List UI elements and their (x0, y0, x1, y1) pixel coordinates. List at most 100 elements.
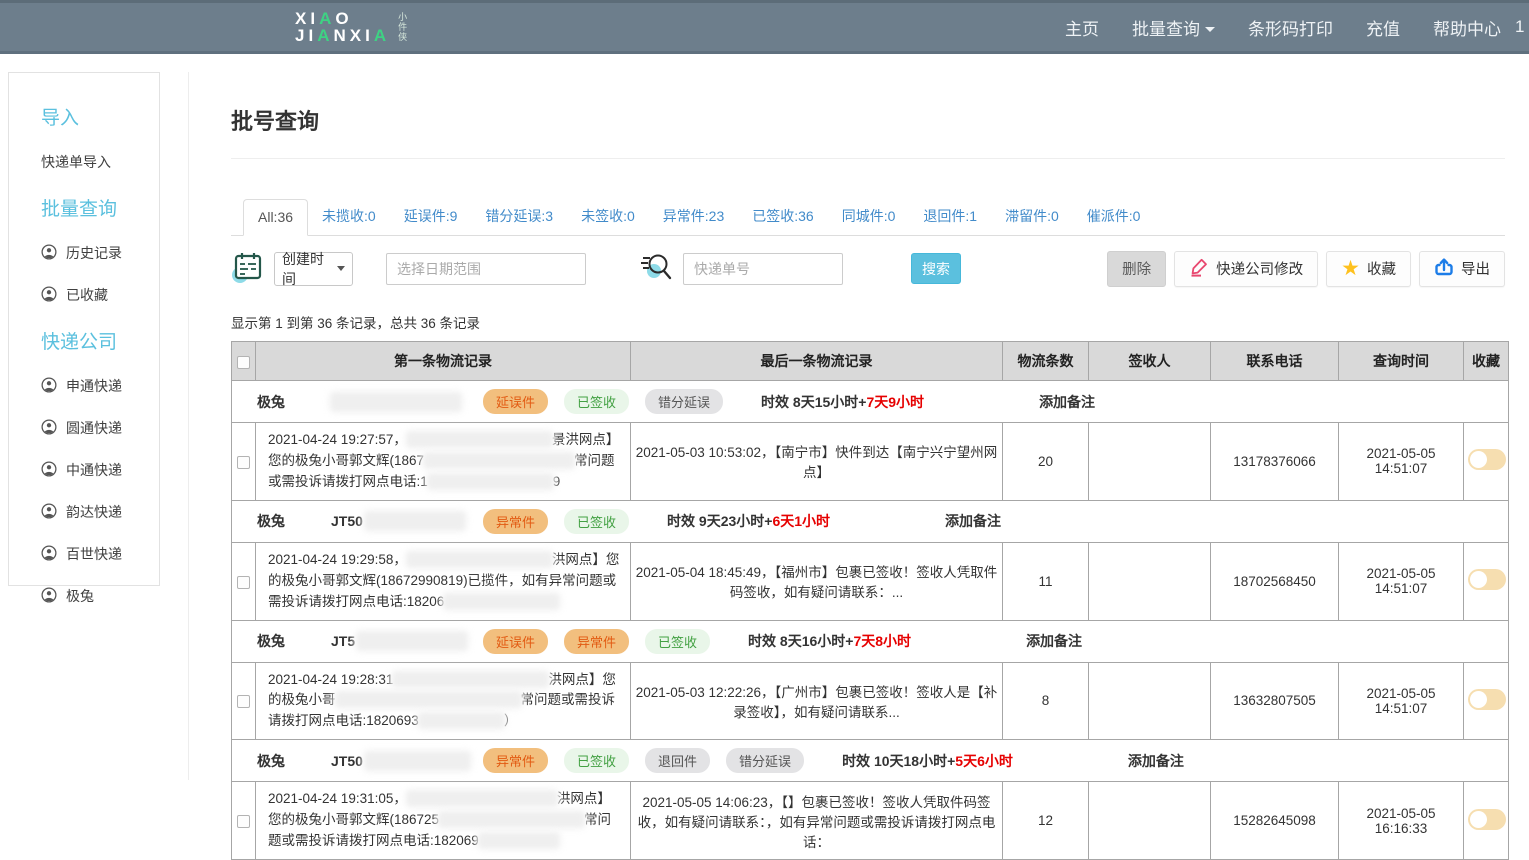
shipment-detail-row: 2021-04-24 19:31:05，洪网点】您的极兔小哥郭文辉(186725… (232, 782, 1509, 860)
pencil-icon (1189, 257, 1209, 281)
search-button[interactable]: 搜索 (911, 253, 961, 284)
app-logo: XIAO JIANXIA 小件侠 (295, 10, 424, 44)
toggle-knob (1470, 451, 1487, 468)
column-header: 查询时间 (1339, 342, 1464, 381)
logistics-count-cell: 11 (1003, 542, 1089, 620)
redaction-blur (407, 552, 552, 567)
tab-同城件[interactable]: 同城件:0 (828, 197, 910, 236)
shipment-group-line: 极兔延误件已签收错分延误时效 8天15小时+7天9小时添加备注 (257, 389, 1498, 414)
sidebar-item-label: 快递单导入 (41, 152, 111, 172)
signer-cell (1089, 423, 1211, 501)
sidebar-item[interactable]: 圆通快递 (41, 418, 153, 438)
tab-已签收[interactable]: 已签收:36 (738, 197, 827, 236)
last-record-cell: 2021-05-05 14:06:23，【】包裹已签收！签收人凭取件码签收，如有… (631, 782, 1003, 860)
tab-错分延误[interactable]: 错分延误:3 (471, 197, 567, 236)
nav-item-batch-query[interactable]: 批量查询 (1132, 15, 1215, 40)
favorite-button[interactable]: ★ 收藏 (1326, 251, 1411, 287)
user-circle-icon (41, 377, 57, 396)
status-badge: 异常件 (483, 748, 548, 773)
redaction-blur (419, 713, 504, 728)
shipment-group-line: 极兔JT50异常件已签收退回件错分延误时效 10天18小时+5天6小时添加备注 (257, 748, 1498, 773)
checkbox-cell (232, 782, 256, 860)
export-button[interactable]: 导出 (1419, 251, 1505, 287)
logistics-count-cell: 12 (1003, 782, 1089, 860)
add-note-link[interactable]: 添加备注 (1128, 751, 1184, 771)
aging-overdue: 5天6小时 (955, 753, 1013, 769)
tab-异常件[interactable]: 异常件:23 (649, 197, 738, 236)
favorite-toggle[interactable] (1468, 449, 1506, 470)
status-badge: 已签收 (564, 389, 629, 414)
status-tags: 延误件异常件已签收 (483, 629, 710, 654)
favorite-toggle[interactable] (1468, 809, 1506, 830)
sidebar-item-label: 历史记录 (66, 243, 122, 263)
sidebar-item-label: 韵达快递 (66, 502, 122, 522)
nav-item-home[interactable]: 主页 (1065, 15, 1099, 40)
favorite-cell (1464, 423, 1509, 501)
toggle-knob (1470, 811, 1487, 828)
tab-催派件[interactable]: 催派件:0 (1073, 197, 1155, 236)
favorite-label: 收藏 (1367, 258, 1396, 279)
row-checkbox[interactable] (237, 815, 250, 828)
favorite-cell (1464, 662, 1509, 740)
delete-button[interactable]: 删除 (1107, 251, 1166, 287)
last-record-cell: 2021-05-04 18:45:49，【福州市】包裹已签收！签收人凭取件码签收… (631, 542, 1003, 620)
favorite-toggle[interactable] (1468, 569, 1506, 590)
aging-duration: 时效 8天16小时+7天8小时 (748, 631, 911, 651)
sidebar-item[interactable]: 已收藏 (41, 285, 153, 305)
row-checkbox[interactable] (237, 456, 250, 469)
tab-退回件[interactable]: 退回件:1 (909, 197, 991, 236)
row-checkbox[interactable] (237, 695, 250, 708)
modify-courier-button[interactable]: 快递公司修改 (1174, 251, 1318, 287)
courier-name: 极兔 (257, 392, 285, 412)
results-table: 第一条物流记录最后一条物流记录物流条数签收人联系电话查询时间收藏 极兔延误件已签… (231, 341, 1509, 860)
sidebar-item[interactable]: 中通快递 (41, 460, 153, 480)
first-record-cell: 2021-04-24 19:31:05，洪网点】您的极兔小哥郭文辉(186725… (256, 782, 631, 860)
phone-cell: 15282645098 (1211, 782, 1339, 860)
sidebar-item-label: 中通快递 (66, 460, 122, 480)
tab-未签收[interactable]: 未签收:0 (567, 197, 649, 236)
status-badge: 异常件 (483, 509, 548, 534)
logo-line1: XIAO (295, 10, 390, 27)
calendar-icon (231, 249, 265, 288)
sidebar-item-label: 极兔 (66, 586, 94, 606)
sidebar-item[interactable]: 申通快递 (41, 376, 153, 396)
sidebar-item[interactable]: 韵达快递 (41, 502, 153, 522)
sidebar-item-label: 百世快递 (66, 544, 122, 564)
nav-item-recharge[interactable]: 充值 (1366, 15, 1400, 40)
nav-item-help-center[interactable]: 帮助中心 (1433, 15, 1501, 40)
date-range-input[interactable] (386, 253, 586, 285)
time-type-select[interactable]: 创建时间 (274, 252, 353, 286)
courier-name: 极兔 (257, 751, 285, 771)
shipment-group-cell: 极兔JT50异常件已签收退回件错分延误时效 10天18小时+5天6小时添加备注 (232, 740, 1509, 782)
tab-All[interactable]: All:36 (243, 199, 308, 236)
tab-未揽收[interactable]: 未揽收:0 (308, 197, 390, 236)
tab-延误件[interactable]: 延误件:9 (390, 197, 472, 236)
select-all-checkbox[interactable] (237, 356, 250, 369)
status-tags: 异常件已签收退回件错分延误 (483, 748, 804, 773)
courier-name: 极兔 (257, 511, 285, 531)
status-badge: 异常件 (564, 629, 629, 654)
favorite-toggle[interactable] (1468, 689, 1506, 710)
add-note-link[interactable]: 添加备注 (1039, 392, 1095, 412)
tab-滞留件[interactable]: 滞留件:0 (991, 197, 1073, 236)
sidebar-item[interactable]: 极兔 (41, 586, 153, 606)
sidebar-item[interactable]: 快递单导入 (41, 152, 153, 172)
tracking-number (331, 393, 483, 411)
sidebar-item-label: 申通快递 (66, 376, 122, 396)
status-badge: 错分延误 (726, 748, 804, 773)
phone-cell: 18702568450 (1211, 542, 1339, 620)
nav-menu: 主页 批量查询 条形码打印 充值 帮助中心 (1065, 15, 1515, 40)
sidebar-item-label: 圆通快递 (66, 418, 122, 438)
logo-line2: JIANXIA (295, 27, 390, 44)
sidebar-item[interactable]: 历史记录 (41, 243, 153, 263)
sidebar-item[interactable]: 百世快递 (41, 544, 153, 564)
add-note-link[interactable]: 添加备注 (945, 511, 1001, 531)
tracking-number-input[interactable] (683, 253, 843, 285)
favorite-cell (1464, 782, 1509, 860)
shipment-group-row: 极兔延误件已签收错分延误时效 8天15小时+7天9小时添加备注 (232, 381, 1509, 423)
tracking-prefix: JT50 (331, 753, 363, 769)
redaction-blur (424, 453, 574, 468)
nav-item-barcode-print[interactable]: 条形码打印 (1248, 15, 1333, 40)
row-checkbox[interactable] (237, 576, 250, 589)
add-note-link[interactable]: 添加备注 (1026, 631, 1082, 651)
